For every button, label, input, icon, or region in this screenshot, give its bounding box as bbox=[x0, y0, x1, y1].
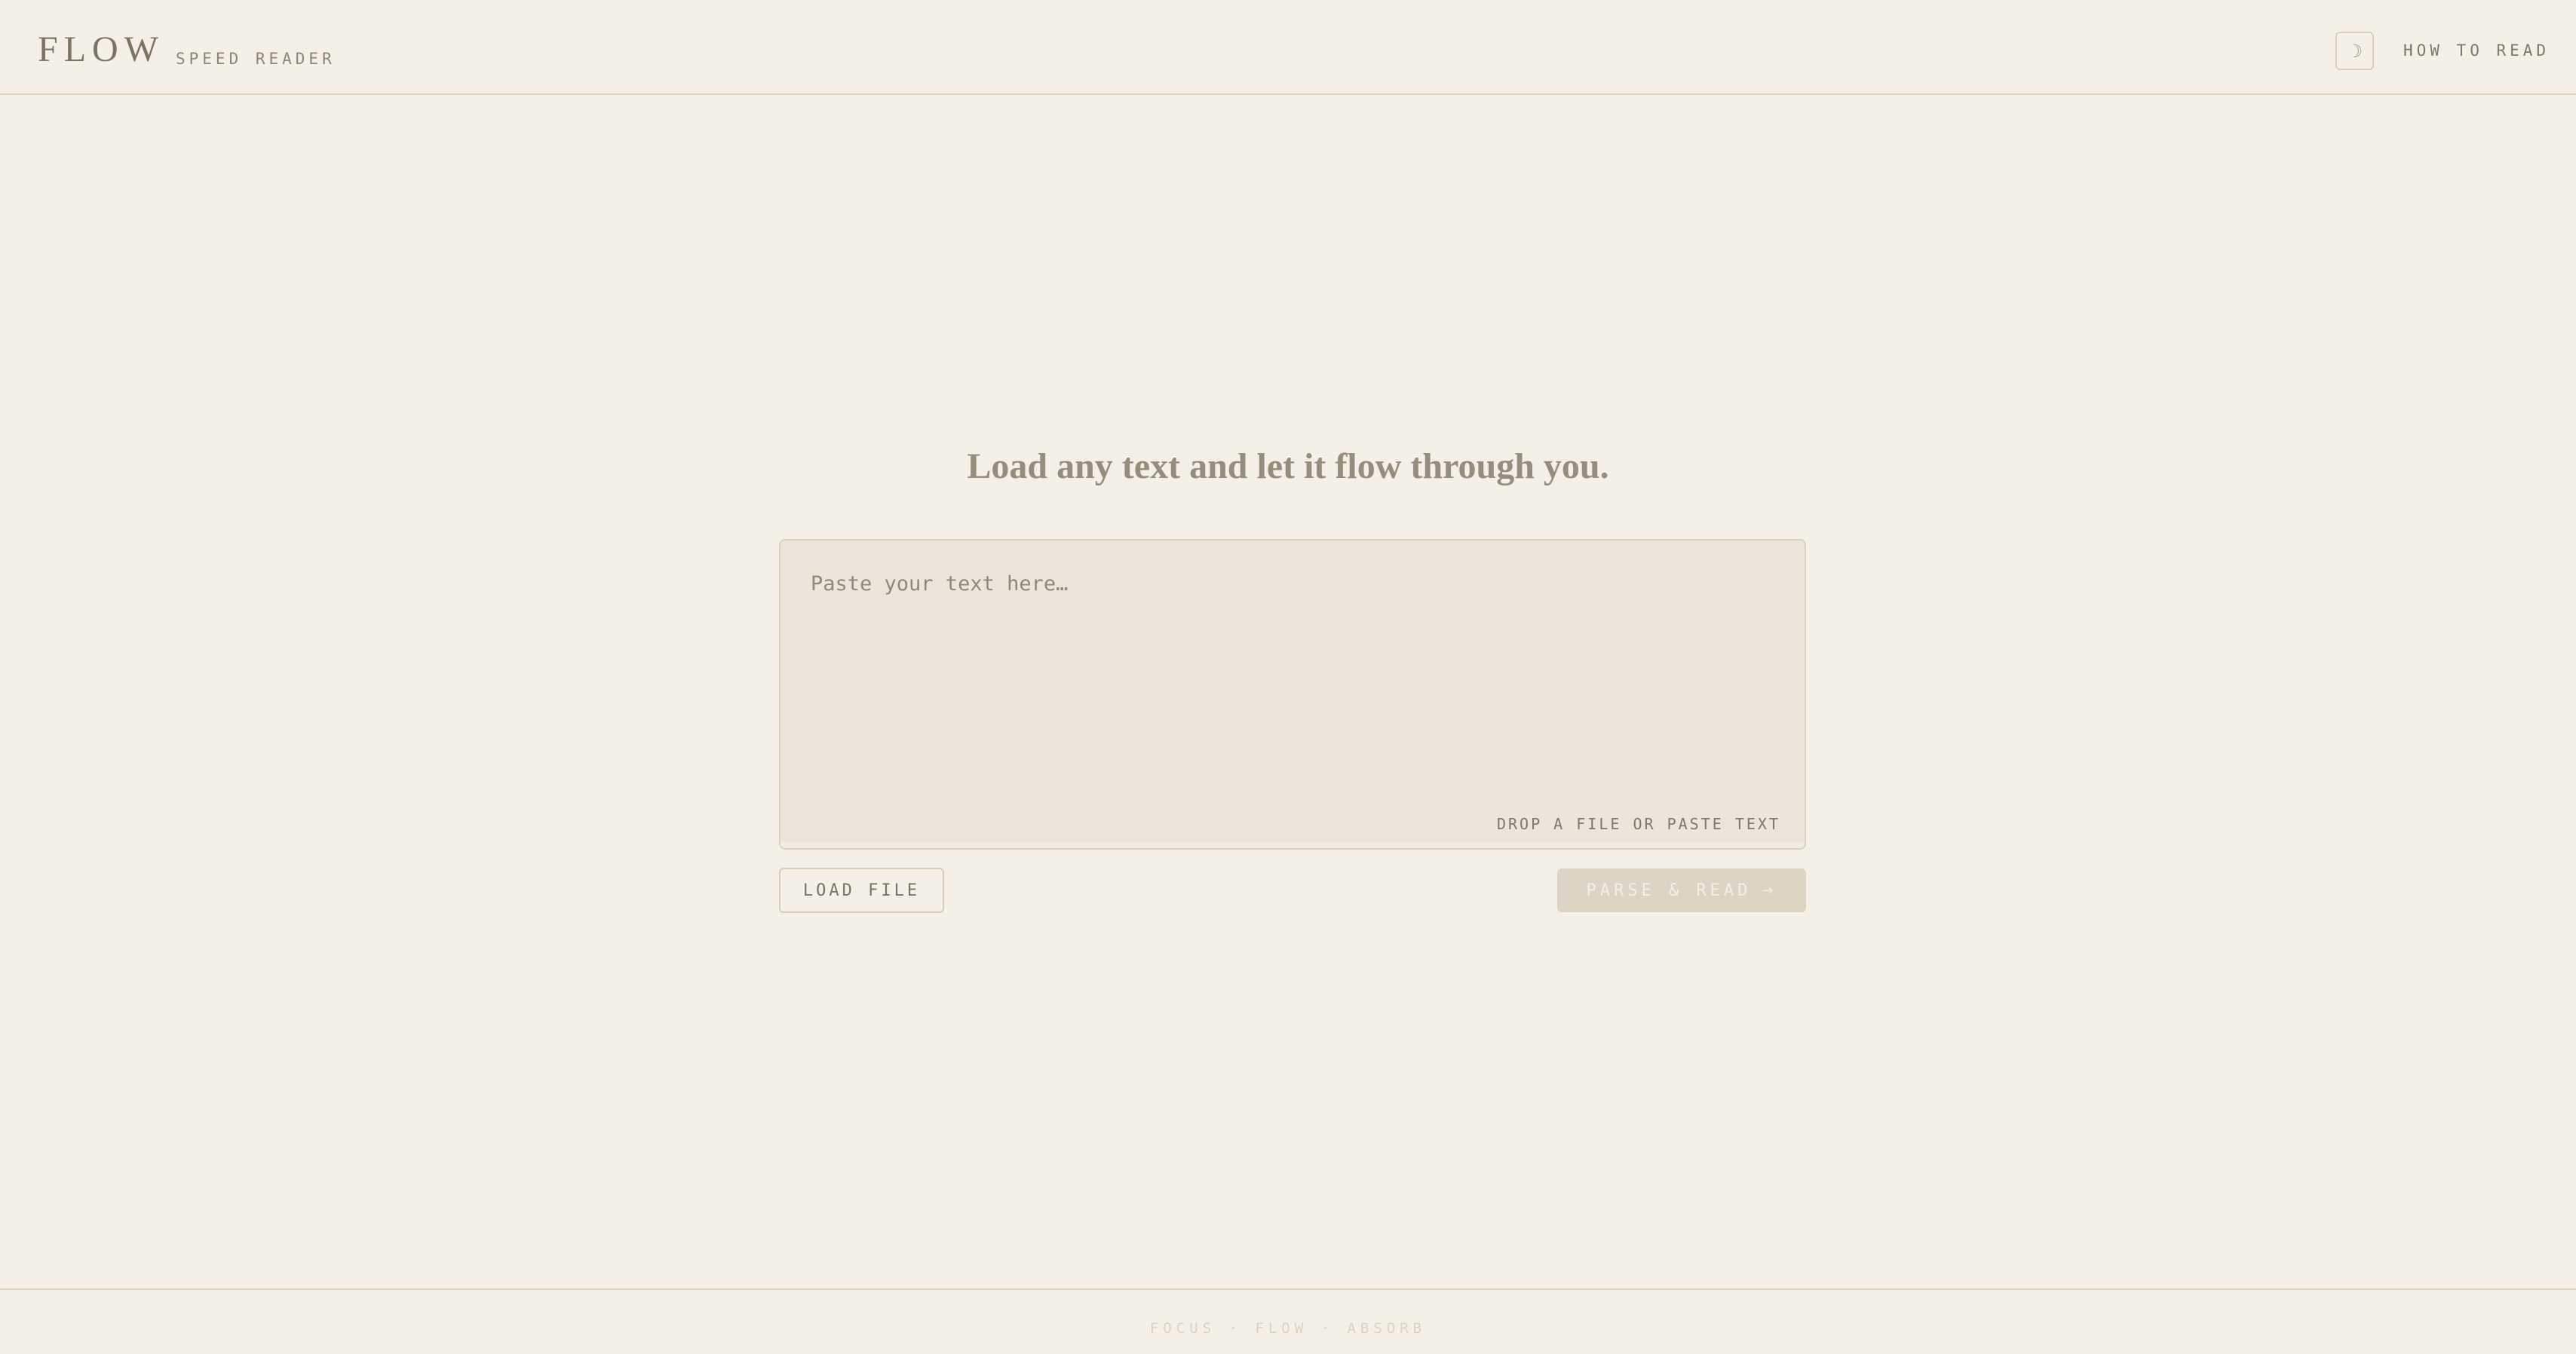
load-file-button[interactable]: LOAD FILE bbox=[779, 868, 944, 913]
parse-read-label: PARSE & READ bbox=[1586, 881, 1752, 900]
app-subtitle: SPEED READER bbox=[176, 50, 336, 68]
arrow-right-icon: → bbox=[1762, 882, 1777, 899]
how-to-read-link[interactable]: HOW TO READ bbox=[2403, 43, 2550, 59]
footer-tagline: FOCUS · FLOW · ABSORB bbox=[1149, 1320, 1427, 1337]
drop-hint: DROP A FILE OR PASTE TEXT bbox=[1496, 815, 1780, 833]
text-input[interactable] bbox=[780, 541, 1805, 844]
app-header: FLOW SPEED READER ☽ HOW TO READ bbox=[0, 0, 2576, 95]
text-input-container: DROP A FILE OR PASTE TEXT bbox=[779, 539, 1806, 850]
load-file-label: LOAD FILE bbox=[802, 881, 921, 900]
app-footer: FOCUS · FLOW · ABSORB bbox=[0, 1288, 2576, 1354]
app-logo: FLOW bbox=[38, 29, 164, 69]
theme-toggle-button[interactable]: ☽ bbox=[2335, 32, 2374, 70]
parse-read-button[interactable]: PARSE & READ → bbox=[1557, 868, 1806, 912]
page-tagline: Load any text and let it flow through yo… bbox=[967, 446, 1609, 486]
moon-icon: ☽ bbox=[2346, 40, 2363, 62]
input-bottom-strip bbox=[780, 842, 1805, 848]
